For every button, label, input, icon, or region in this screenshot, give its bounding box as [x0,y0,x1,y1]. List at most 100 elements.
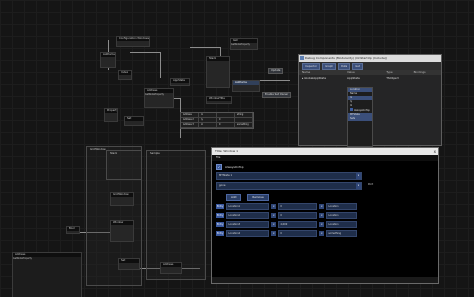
node-title: Property [105,109,117,113]
debug-components-window[interactable]: Debug Components (Modularity) (OnStartUp… [298,54,442,147]
row-tag: Entry [216,222,225,227]
tool-inspector-button[interactable]: Inspector [302,62,321,70]
node-pin: GetNodeProperty [145,93,164,96]
node-title: Configuration Windows [117,37,149,41]
row-number-field[interactable]: 0 [278,212,318,219]
graph-wire [190,47,220,48]
graph-node[interactable]: Stack [206,56,230,88]
row-text-field[interactable]: something [326,230,358,237]
graph-node[interactable]: Address [160,262,182,274]
row-text-field[interactable]: Location [326,203,358,210]
graph-wire [160,52,161,78]
node-title: ListItems [233,81,259,85]
list-item[interactable]: Entry Location1 ▾ 0 ▾ Location [216,203,434,210]
chevron-down-icon: ▾ [356,173,361,179]
remove-button[interactable]: Remove [247,194,269,201]
chevron-down-icon: ▾ [356,183,361,189]
node-title: Address [161,263,181,267]
close-icon[interactable]: x [434,148,436,155]
graph-node[interactable]: WindowTitle [206,96,232,104]
tool-graph-button[interactable]: Graph [322,62,337,70]
checkbox-label: AlwaysOnTop [354,109,370,112]
list-item[interactable]: Entry Location2 ▾ 0 ▾ Location [216,212,434,219]
property-body: ✓ AlwaysOnTop MTState 1 ▾ gone ▾ Port Ad… [212,161,438,277]
chevron-down-icon[interactable]: ▾ [271,213,277,218]
graph-node[interactable]: Set [124,116,144,126]
graph-node[interactable]: Bool [66,226,80,234]
chevron-down-icon[interactable]: ▾ [319,231,325,236]
field-value: gone [219,184,226,187]
window-title: Title: Window 1 [215,149,239,153]
row-name-field[interactable]: Location3 [226,221,270,228]
bottom-left-panel[interactable]: Address GetNodeProperty [12,252,82,297]
graph-node[interactable]: ListItems [232,80,260,92]
node-title: GridWindow [111,193,133,197]
graph-node[interactable]: Set [118,258,140,270]
graph-node[interactable]: Get GetNodeProperty [230,38,258,50]
node-group[interactable]: Stack [106,150,142,180]
debug-toolbar: Inspector Graph Data Get [299,62,441,70]
group-title: Sample [150,152,160,155]
node-title: Set [119,259,139,263]
row-name-field[interactable]: Location2 [226,212,270,219]
graph-node[interactable]: Property [104,108,118,122]
values-table: Address ix string Address 2 iy 0 Address… [180,112,254,129]
state-dropdown[interactable]: MTState 1 ▾ [216,172,362,180]
node-title: AppState [171,79,189,83]
property-window[interactable]: Title: Window 1 x File ✓ AlwaysOnTop MTS… [211,147,439,284]
window-titlebar[interactable]: Title: Window 1 x [212,148,438,155]
chevron-down-icon[interactable]: ▾ [319,222,325,227]
table-cell: Address 3 [181,123,199,128]
chevron-down-icon[interactable]: ▾ [319,204,325,209]
node-title: Index [119,71,131,75]
tool-data-button[interactable]: Data [338,62,351,70]
checkmark-icon: ✓ [216,164,222,170]
row-name-field[interactable]: Location4 [226,230,270,237]
chevron-down-icon[interactable]: ▾ [271,204,277,209]
graph-node[interactable]: Address GetNodeProperty [144,88,174,108]
row-tag: Entry [216,231,225,236]
row-text-field[interactable]: Location [326,221,358,228]
node-title: Set [125,117,143,121]
enable-set-owner-button[interactable]: Enable Set Owner [262,92,292,98]
update-button[interactable]: Update [268,68,284,74]
inspector-item[interactable]: Sets [348,117,372,121]
inspector-panel[interactable]: Location Name Ix Iy Iz AlwaysOnTop MTSta… [347,87,373,147]
graph-node[interactable]: Configuration Windows [116,36,150,47]
list-item[interactable]: Entry Location3 ▾ 4,000 ▾ Location [216,221,434,228]
graph-node[interactable]: ListItems [100,52,116,68]
chevron-down-icon[interactable]: ▾ [271,222,277,227]
table-row[interactable]: ▸ GlobalAppState AppState TSObject [299,75,441,81]
graph-node[interactable]: Window [110,220,134,242]
row-tag: Entry [216,213,225,218]
node-group[interactable]: Sample [146,150,206,280]
list-actions: Add Remove [216,194,434,201]
node-title: ListItems [101,53,115,57]
always-on-top-checkbox[interactable]: ✓ AlwaysOnTop [216,164,434,170]
row-number-field[interactable]: 0 [278,230,318,237]
tool-get-button[interactable]: Get [352,62,363,70]
chevron-down-icon[interactable]: ▾ [319,213,325,218]
row-type: TSObject [386,76,399,80]
window-titlebar[interactable]: Debug Components (Modularity) (OnStartUp… [299,55,441,62]
row-name-field[interactable]: Location1 [226,203,270,210]
chevron-down-icon[interactable]: ▾ [271,231,277,236]
checkbox[interactable] [350,108,353,111]
row-tag: Entry [216,204,225,209]
app-icon [300,56,304,60]
graph-node[interactable]: Index [118,70,132,80]
node-title: WindowTitle [207,97,231,101]
panel-pin: GetNodeProperty [13,257,32,260]
text-field[interactable]: gone ▾ [216,182,362,190]
graph-node[interactable]: AppState [170,78,190,86]
row-bindings [414,75,441,81]
row-number-field[interactable]: 0 [278,203,318,210]
node-title: Bool [67,227,79,231]
graph-node[interactable]: GridWindow [110,192,134,206]
row-name: ▸ GlobalAppState [302,76,327,80]
row-text-field[interactable]: Location [326,212,358,219]
list-item[interactable]: Entry Location4 ▾ 0 ▾ something [216,230,434,237]
table-cell: something [235,123,253,128]
add-button[interactable]: Add [226,194,242,201]
row-number-field[interactable]: 4,000 [278,221,318,228]
